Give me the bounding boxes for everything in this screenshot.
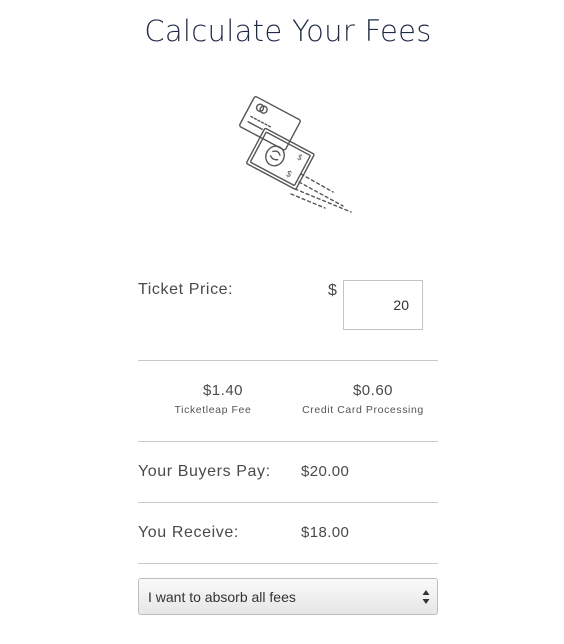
- fee-option-selected-value: I want to absorb all fees: [148, 589, 296, 605]
- credit-card-fee-amount: $0.60: [352, 382, 394, 399]
- buyers-pay-label: Your Buyers Pay:: [138, 463, 271, 480]
- credit-card-fee-caption: Credit Card Processing: [302, 404, 424, 416]
- updown-arrows-icon: [422, 590, 430, 604]
- svg-text:$: $: [296, 152, 305, 162]
- divider: [138, 502, 438, 503]
- ticket-price-input[interactable]: [343, 280, 423, 330]
- divider: [138, 563, 438, 564]
- credit-card-and-cash-icon: $ $: [239, 96, 352, 213]
- you-receive-label: You Receive:: [138, 524, 239, 541]
- currency-symbol: $: [328, 282, 337, 299]
- svg-text:$: $: [284, 169, 294, 181]
- fee-option-select[interactable]: I want to absorb all fees: [138, 578, 438, 615]
- page-title: Calculate Your Fees: [144, 14, 432, 48]
- divider: [138, 360, 438, 361]
- buyers-pay-value: $20.00: [301, 463, 350, 480]
- you-receive-value: $18.00: [301, 524, 350, 541]
- ticketleap-fee-caption: Ticketleap Fee: [174, 404, 252, 416]
- ticketleap-fee-amount: $1.40: [202, 382, 244, 399]
- ticket-price-label: Ticket Price:: [138, 281, 234, 298]
- divider: [138, 441, 438, 442]
